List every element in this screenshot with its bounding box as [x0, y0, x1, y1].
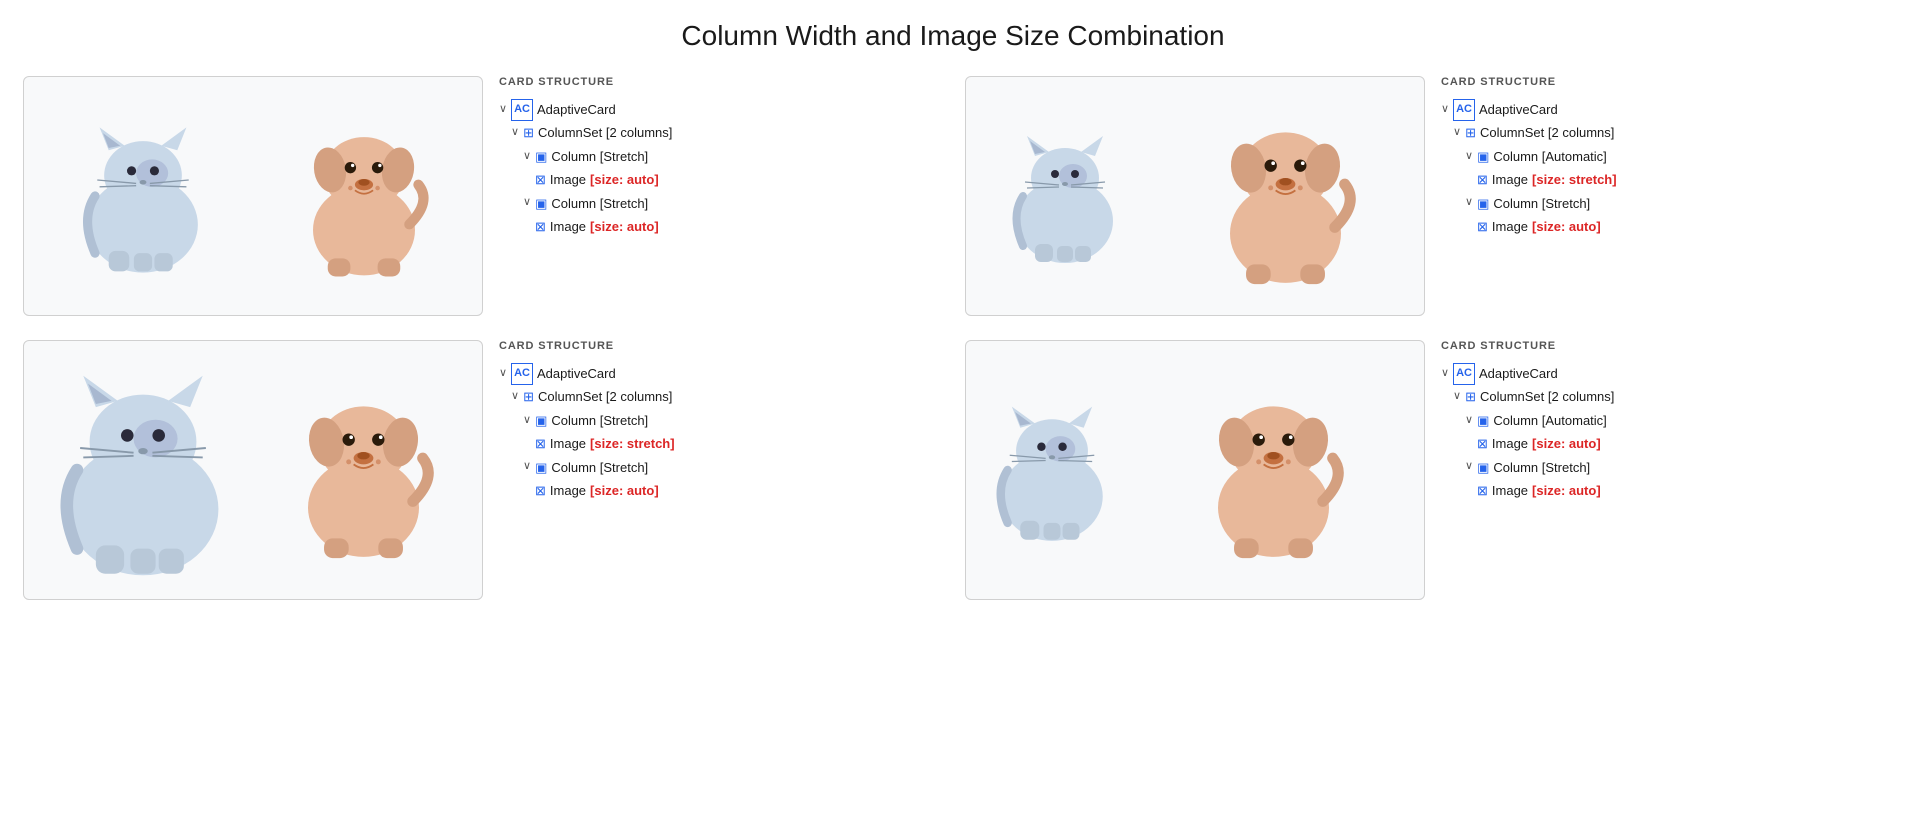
label-1: AdaptiveCard: [537, 98, 616, 121]
structure-panel-top-left: CARD STRUCTURE ∨ AC AdaptiveCard ∨ ⊞ Col…: [499, 76, 941, 238]
cell-top-right: CARD STRUCTURE ∨ AC AdaptiveCard ∨ ⊞ Col…: [965, 76, 1883, 316]
label-3: Column [Stretch]: [551, 145, 648, 168]
tr-node-6: ⊠ Image [size: auto]: [1441, 215, 1883, 238]
img-icon-1: ⊠: [535, 168, 546, 191]
col2-top-right: [1160, 89, 1412, 303]
br-node-3: ∨ ▣ Column [Automatic]: [1441, 409, 1883, 432]
card-preview-bottom-right: [965, 340, 1425, 600]
page-title: Column Width and Image Size Combination: [20, 20, 1886, 52]
ac-icon-1: AC: [511, 99, 533, 121]
structure-label-top-left: CARD STRUCTURE: [499, 76, 941, 88]
card-preview-top-right: [965, 76, 1425, 316]
label-2: ColumnSet [2 columns]: [538, 121, 672, 144]
columnset-icon-1: ⊞: [523, 121, 534, 144]
col2-bottom-left: [257, 353, 470, 587]
tree-top-left: ∨ AC AdaptiveCard ∨ ⊞ ColumnSet [2 colum…: [499, 98, 941, 238]
br-node-5: ∨ ▣ Column [Stretch]: [1441, 456, 1883, 479]
main-grid: CARD STRUCTURE ∨ AC AdaptiveCard ∨ ⊞ Col…: [23, 76, 1883, 600]
tr-node-5: ∨ ▣ Column [Stretch]: [1441, 192, 1883, 215]
br-node-4: ⊠ Image [size: auto]: [1441, 432, 1883, 455]
bl-node-6: ⊠ Image [size: auto]: [499, 479, 941, 502]
images-bottom-left: [24, 341, 482, 599]
cell-top-left: CARD STRUCTURE ∨ AC AdaptiveCard ∨ ⊞ Col…: [23, 76, 941, 316]
tree-node-6: ⊠ Image [size: auto]: [499, 215, 941, 238]
bl-node-3: ∨ ▣ Column [Stretch]: [499, 409, 941, 432]
images-bottom-right: [966, 341, 1424, 599]
br-node-6: ⊠ Image [size: auto]: [1441, 479, 1883, 502]
tree-node-3: ∨ ▣ Column [Stretch]: [499, 145, 941, 168]
tree-node-1: ∨ AC AdaptiveCard: [499, 98, 941, 121]
col-icon-2: ▣: [535, 192, 547, 215]
chevron-5: ∨: [523, 193, 531, 213]
chevron-3: ∨: [523, 147, 531, 167]
tree-node-4: ⊠ Image [size: auto]: [499, 168, 941, 191]
col2-top-left: [257, 89, 470, 303]
structure-panel-bottom-right: CARD STRUCTURE ∨ AC AdaptiveCard ∨ ⊞ Col…: [1441, 340, 1883, 502]
chevron-1: ∨: [499, 100, 507, 120]
chevron-2: ∨: [511, 123, 519, 143]
br-node-1: ∨ AC AdaptiveCard: [1441, 362, 1883, 385]
col1-top-right: [978, 89, 1152, 303]
card-preview-top-left: [23, 76, 483, 316]
tree-top-right: ∨ AC AdaptiveCard ∨ ⊞ ColumnSet [2 colum…: [1441, 98, 1883, 238]
card-preview-bottom-left: [23, 340, 483, 600]
structure-panel-bottom-left: CARD STRUCTURE ∨ AC AdaptiveCard ∨ ⊞ Col…: [499, 340, 941, 502]
col2-bottom-right: [1134, 353, 1412, 587]
tree-node-2: ∨ ⊞ ColumnSet [2 columns]: [499, 121, 941, 144]
bl-node-4: ⊠ Image [size: stretch]: [499, 432, 941, 455]
red-2: [size: auto]: [590, 215, 659, 238]
col-icon-1: ▣: [535, 145, 547, 168]
tree-node-5: ∨ ▣ Column [Stretch]: [499, 192, 941, 215]
label-6: Image: [550, 215, 586, 238]
col1-top-left: [36, 89, 249, 303]
bl-node-1: ∨ AC AdaptiveCard: [499, 362, 941, 385]
col1-bottom-right: [978, 353, 1126, 587]
structure-label-bottom-right: CARD STRUCTURE: [1441, 340, 1883, 352]
tr-node-4: ⊠ Image [size: stretch]: [1441, 168, 1883, 191]
label-5: Column [Stretch]: [551, 192, 648, 215]
tree-bottom-left: ∨ AC AdaptiveCard ∨ ⊞ ColumnSet [2 colum…: [499, 362, 941, 502]
tr-node-1: ∨ AC AdaptiveCard: [1441, 98, 1883, 121]
red-1: [size: auto]: [590, 168, 659, 191]
bl-node-5: ∨ ▣ Column [Stretch]: [499, 456, 941, 479]
label-4: Image: [550, 168, 586, 191]
tree-bottom-right: ∨ AC AdaptiveCard ∨ ⊞ ColumnSet [2 colum…: [1441, 362, 1883, 502]
br-node-2: ∨ ⊞ ColumnSet [2 columns]: [1441, 385, 1883, 408]
tr-node-2: ∨ ⊞ ColumnSet [2 columns]: [1441, 121, 1883, 144]
images-top-right: [966, 77, 1424, 315]
structure-panel-top-right: CARD STRUCTURE ∨ AC AdaptiveCard ∨ ⊞ Col…: [1441, 76, 1883, 238]
bl-node-2: ∨ ⊞ ColumnSet [2 columns]: [499, 385, 941, 408]
tr-node-3: ∨ ▣ Column [Automatic]: [1441, 145, 1883, 168]
img-icon-2: ⊠: [535, 215, 546, 238]
structure-label-bottom-left: CARD STRUCTURE: [499, 340, 941, 352]
images-top-left: [24, 77, 482, 315]
cell-bottom-left: CARD STRUCTURE ∨ AC AdaptiveCard ∨ ⊞ Col…: [23, 340, 941, 600]
structure-label-top-right: CARD STRUCTURE: [1441, 76, 1883, 88]
col1-bottom-left: [36, 353, 249, 587]
cell-bottom-right: CARD STRUCTURE ∨ AC AdaptiveCard ∨ ⊞ Col…: [965, 340, 1883, 600]
